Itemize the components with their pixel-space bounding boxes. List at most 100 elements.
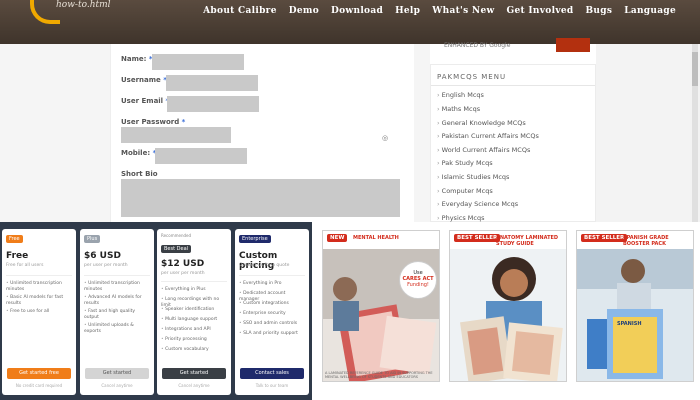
plan-name: Free: [6, 251, 29, 261]
plan-feature: Fast and high quality output: [84, 309, 150, 321]
name-field[interactable]: [152, 54, 244, 70]
menu-title: PAKMCQS MENU: [437, 73, 507, 81]
name-label: Name: *: [121, 55, 153, 63]
show-password-icon[interactable]: ◎: [382, 134, 388, 142]
search-powered-by: ENHANCED BY Google: [444, 42, 511, 49]
plan-divider: [161, 281, 227, 282]
plan-feature: SSO and admin controls: [239, 321, 305, 327]
pricing-card-pro: Recommended Best Deal $12 USD per user p…: [157, 229, 231, 395]
plan-feature: Multi language support: [161, 317, 227, 323]
menu-item-physics[interactable]: Physics Mcqs: [437, 214, 485, 222]
product-banner: NEW MENTAL HEALTH: [323, 231, 439, 249]
pricing-card-enterprise: Enterprise Custom pricing Contact us for…: [235, 229, 309, 395]
menu-item-world-current-affairs[interactable]: World Current Affairs MCQs: [437, 146, 531, 154]
nav-get-involved[interactable]: Get Involved: [507, 6, 574, 16]
recommended-label: Recommended: [161, 233, 192, 238]
menu-item-maths[interactable]: Maths Mcqs: [437, 105, 480, 113]
email-field[interactable]: [167, 96, 259, 112]
plan-name: $6 USD: [84, 251, 121, 261]
plan-feature: Unlimited uploads & exports: [84, 323, 150, 335]
plan-feature: Everything in Plus: [161, 287, 227, 293]
book-label: SPANISH: [617, 321, 642, 327]
plan-feature: Free to use for all: [6, 309, 72, 315]
main-nav: About Calibre Demo Download Help What's …: [203, 6, 676, 16]
nav-bugs[interactable]: Bugs: [585, 6, 612, 16]
menu-item-english[interactable]: English Mcqs: [437, 91, 484, 99]
product-card-anatomy[interactable]: BEST SELLER ANATOMY LAMINATED STUDY GUID…: [449, 230, 567, 382]
mobile-label: Mobile: *: [121, 149, 156, 157]
bio-textarea[interactable]: [121, 179, 400, 217]
menu-item-everyday-science[interactable]: Everyday Science Mcqs: [437, 200, 518, 208]
nav-about[interactable]: About Calibre: [203, 6, 277, 16]
pricing-card-free: Free Free Free for all users Unlimited t…: [2, 229, 76, 395]
plan-subtitle: per user per month: [84, 263, 128, 268]
product-badge: BEST SELLER: [581, 234, 628, 242]
product-card-mental-health[interactable]: NEW MENTAL HEALTH Use CARES ACT Funding!…: [322, 230, 440, 382]
plan-footnote: No credit card required: [15, 383, 63, 388]
plan-feature: Integrations and API: [161, 327, 227, 333]
plan-subtitle: Free for all users: [6, 263, 44, 268]
plan-feature: Basic AI models for fast results: [6, 295, 72, 307]
menu-item-islamic-studies[interactable]: Islamic Studies Mcqs: [437, 173, 510, 181]
mcqs-menu-widget: PAKMCQS MENU English Mcqs Maths Mcqs Gen…: [430, 64, 596, 222]
logo-text: how-to.html: [56, 0, 111, 10]
product-card-spanish[interactable]: BEST SELLER SPANISH GRADE BOOSTER PACK S…: [576, 230, 694, 382]
plan-footnote: Cancel anytime: [178, 383, 210, 388]
form-left-margin: [0, 44, 110, 222]
password-label: User Password *: [121, 118, 186, 126]
plan-feature: Enterprise security: [239, 311, 305, 317]
product-caption: A LAMINATED REFERENCE GUIDE TO AID IN SU…: [325, 371, 433, 379]
plan-feature: Speaker identification: [161, 307, 227, 313]
product-banner: BEST SELLER ANATOMY LAMINATED STUDY GUID…: [450, 231, 566, 249]
plan-cta-button[interactable]: Get started free: [7, 368, 71, 379]
form-right-margin: [414, 44, 430, 222]
plan-feature: SLA and priority support: [239, 331, 305, 337]
plan-badge: Best Deal: [161, 245, 192, 253]
nav-download[interactable]: Download: [331, 6, 383, 16]
plan-badge: Free: [6, 235, 23, 243]
plan-feature: Custom integrations: [239, 301, 305, 307]
email-label: User Email *: [121, 97, 169, 105]
product-badge: BEST SELLER: [454, 234, 501, 242]
plan-cta-button[interactable]: Get started: [162, 368, 226, 379]
nav-language[interactable]: Language: [624, 6, 676, 16]
plan-feature: Advanced AI models for results: [84, 295, 150, 307]
product-banner: BEST SELLER SPANISH GRADE BOOSTER PACK: [577, 231, 693, 249]
menu-item-general-knowledge[interactable]: General Knowledge MCQs: [437, 119, 526, 127]
search-button[interactable]: [556, 38, 590, 52]
plan-feature: Custom vocabulary: [161, 347, 227, 353]
plan-cta-button[interactable]: Get started: [85, 368, 149, 379]
mobile-field[interactable]: [155, 148, 247, 164]
nav-whats-new[interactable]: What's New: [432, 6, 494, 16]
plan-subtitle: per user per month: [161, 271, 205, 276]
menu-item-pakistan-current-affairs[interactable]: Pakistan Current Affairs MCQs: [437, 132, 539, 140]
password-field[interactable]: [121, 127, 231, 143]
product-image-spanish: [577, 249, 693, 381]
plan-feature: Unlimited transcription minutes: [84, 281, 150, 293]
nav-help[interactable]: Help: [395, 6, 420, 16]
menu-item-pak-study[interactable]: Pak Study Mcqs: [437, 159, 493, 167]
plan-feature: Priority processing: [161, 337, 227, 343]
username-field[interactable]: [166, 75, 258, 91]
product-badge: NEW: [327, 234, 348, 242]
site-header: how-to.html About Calibre Demo Download …: [0, 0, 700, 44]
username-label: Username *: [121, 76, 167, 84]
plan-name: Custom pricing: [239, 251, 278, 271]
plan-footnote: Cancel anytime: [101, 383, 133, 388]
right-margin: [596, 44, 700, 222]
plan-divider: [6, 275, 72, 276]
product-image-anatomy: [450, 249, 566, 381]
plan-divider: [239, 275, 305, 276]
plan-name: $12 USD: [161, 259, 205, 269]
nav-demo[interactable]: Demo: [289, 6, 319, 16]
product-title: MENTAL HEALTH: [353, 235, 399, 241]
scrollbar-thumb[interactable]: [692, 52, 698, 86]
screenshot-root: how-to.html About Calibre Demo Download …: [0, 0, 700, 400]
product-title: SPANISH GRADE BOOSTER PACK: [623, 235, 669, 247]
cares-act-sticker: Use CARES ACT Funding!: [399, 261, 437, 299]
menu-divider: [431, 85, 595, 86]
plan-cta-button[interactable]: Contact sales: [240, 368, 304, 379]
menu-item-computer[interactable]: Computer Mcqs: [437, 187, 493, 195]
plan-subtitle: Contact us for a quote: [239, 263, 290, 268]
plan-footnote: Talk to our team: [255, 383, 289, 388]
